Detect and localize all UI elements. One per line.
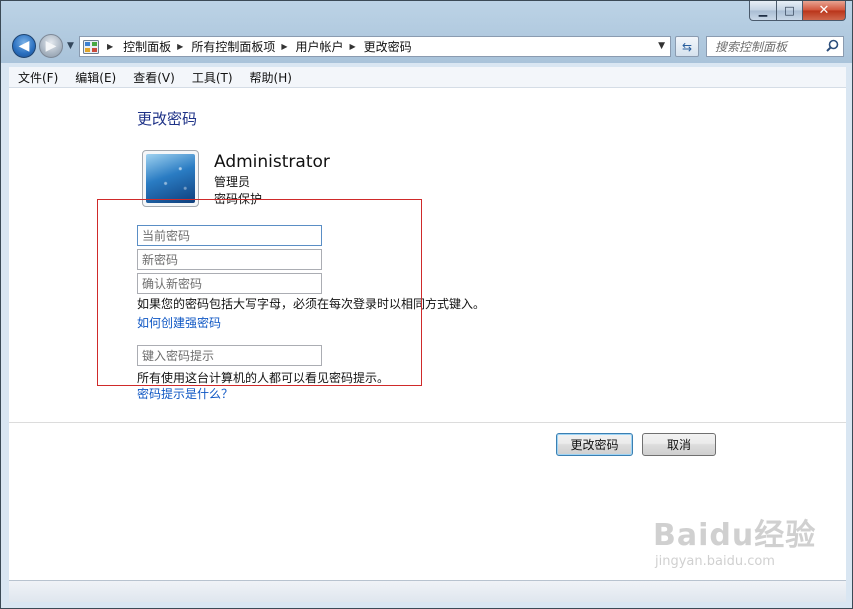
back-button[interactable]: ◀ <box>12 34 36 58</box>
avatar-image <box>146 154 195 203</box>
baidu-watermark: Baidu经验 jingyan.baidu.com <box>653 518 817 569</box>
user-avatar <box>142 150 199 207</box>
user-role: 管理员 <box>214 175 251 189</box>
caption-buttons: ▁ □ ✕ <box>749 1 846 21</box>
close-button[interactable]: ✕ <box>803 1 846 21</box>
confirm-password-field[interactable] <box>137 273 322 294</box>
search-icon[interactable] <box>826 39 839 55</box>
control-panel-window: ▁ □ ✕ ◀ ▶ ▼ ▶ 控制面板 ▶ 所有控制面板项 ▶ 用户帐户 ▶ 更改… <box>0 0 853 609</box>
password-status: 密码保护 <box>214 192 263 206</box>
strong-password-link[interactable]: 如何创建强密码 <box>137 314 221 331</box>
current-password-field[interactable] <box>137 225 322 246</box>
recent-pages-dropdown-icon[interactable]: ▼ <box>67 41 74 51</box>
breadcrumb-item-all-items[interactable]: 所有控制面板项 ▶ <box>191 38 295 55</box>
breadcrumb-item-control-panel[interactable]: 控制面板 ▶ <box>123 38 191 55</box>
breadcrumb-item-user-accounts[interactable]: 用户帐户 ▶ <box>296 38 364 55</box>
address-dropdown-icon[interactable]: ▼ <box>658 41 665 51</box>
menu-help[interactable]: 帮助(H) <box>241 69 300 86</box>
password-hint-field[interactable] <box>137 345 322 366</box>
menu-bar: 文件(F) 编辑(E) 查看(V) 工具(T) 帮助(H) <box>9 67 846 88</box>
navigation-bar: ◀ ▶ ▼ ▶ 控制面板 ▶ 所有控制面板项 ▶ 用户帐户 ▶ 更改密码 ▼ ⇆… <box>1 31 852 63</box>
breadcrumb-separator-icon: ▶ <box>349 42 356 51</box>
breadcrumb-item-change-password[interactable]: 更改密码 <box>364 38 412 55</box>
search-input[interactable] <box>715 39 820 54</box>
forward-button[interactable]: ▶ <box>39 34 63 58</box>
content-pane: 更改密码 Administrator 管理员 密码保护 如果您的密码包括大写字母… <box>9 88 846 580</box>
breadcrumb-separator-icon: ▶ <box>107 42 114 51</box>
menu-edit[interactable]: 编辑(E) <box>66 69 124 86</box>
new-password-field[interactable] <box>137 249 322 270</box>
menu-tools[interactable]: 工具(T) <box>183 69 241 86</box>
password-hint-help-link[interactable]: 密码提示是什么？ <box>137 385 233 402</box>
control-panel-icon <box>83 39 99 54</box>
breadcrumb-separator-icon: ▶ <box>177 42 184 51</box>
status-bar <box>9 580 846 602</box>
menu-file[interactable]: 文件(F) <box>9 69 66 86</box>
menu-view[interactable]: 查看(V) <box>124 69 183 86</box>
user-name: Administrator <box>214 152 330 172</box>
maximize-button[interactable]: □ <box>777 1 803 21</box>
capitalization-note: 如果您的密码包括大写字母，必须在每次登录时以相同方式键入。 <box>137 297 486 311</box>
address-bar[interactable]: ▶ 控制面板 ▶ 所有控制面板项 ▶ 用户帐户 ▶ 更改密码 ▼ <box>79 36 671 57</box>
refresh-icon: ⇆ <box>681 39 693 54</box>
divider <box>9 422 846 423</box>
minimize-button[interactable]: ▁ <box>749 1 777 21</box>
change-password-button[interactable]: 更改密码 <box>556 433 633 456</box>
page-title: 更改密码 <box>137 110 198 128</box>
hint-visibility-note: 所有使用这台计算机的人都可以看见密码提示。 <box>137 371 390 385</box>
forward-arrow-icon: ▶ <box>45 38 57 54</box>
breadcrumb-separator-icon: ▶ <box>281 42 288 51</box>
refresh-button[interactable]: ⇆ <box>675 36 699 57</box>
back-arrow-icon: ◀ <box>18 38 30 54</box>
search-box[interactable] <box>706 36 844 57</box>
cancel-button[interactable]: 取消 <box>642 433 716 456</box>
